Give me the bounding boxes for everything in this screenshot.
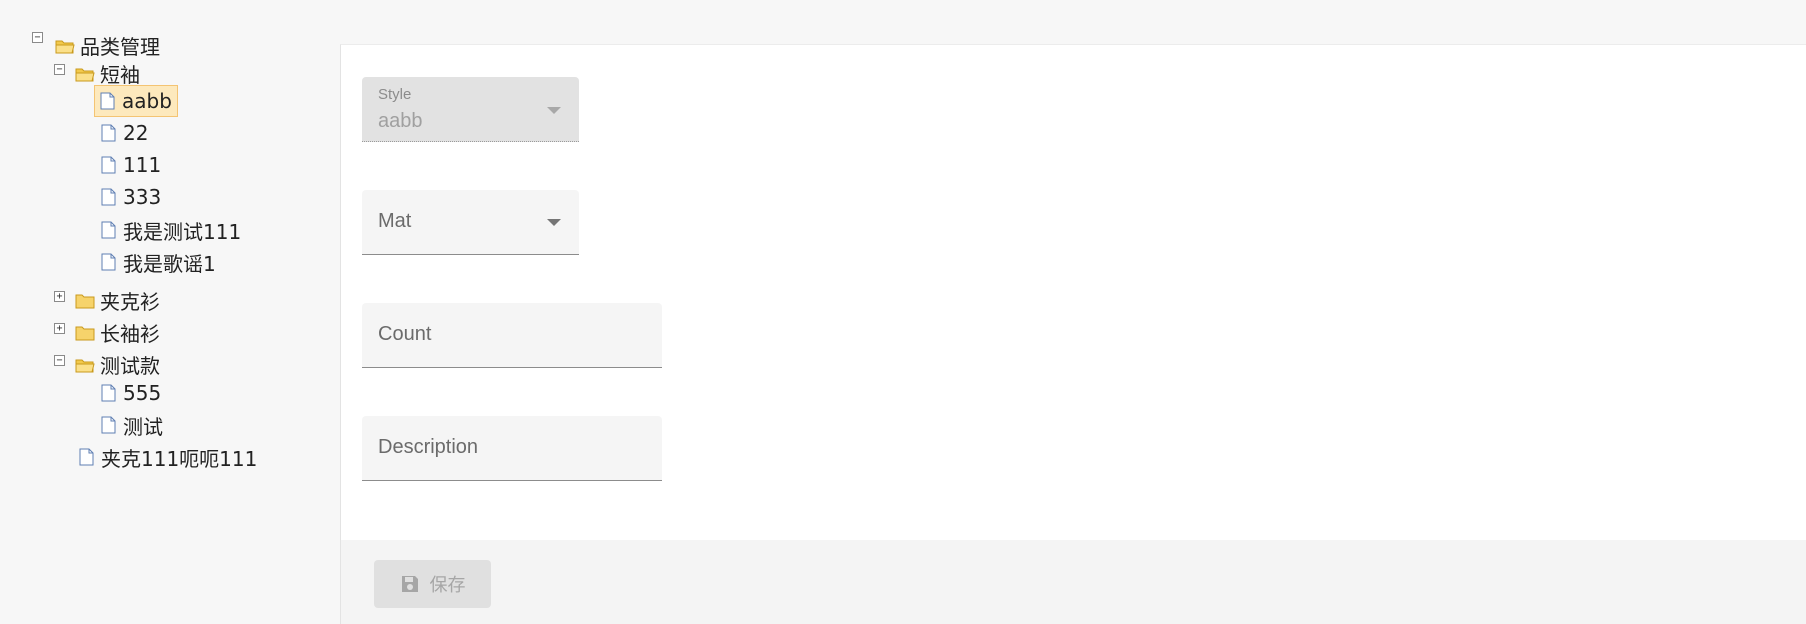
tree-node-leaf[interactable]: 555	[95, 378, 167, 408]
document-icon	[101, 188, 116, 206]
mat-select[interactable]: Mat	[362, 190, 579, 255]
tree-node-label: aabb	[122, 89, 172, 113]
document-icon	[101, 416, 116, 434]
form-footer: 保存	[341, 540, 1806, 624]
collapse-toggle-icon[interactable]: −	[54, 355, 65, 366]
tree-node-label: 我是测试111	[123, 219, 242, 244]
save-button[interactable]: 保存	[374, 560, 491, 608]
dropdown-arrow-icon	[547, 219, 561, 226]
document-icon	[101, 253, 116, 271]
document-icon	[100, 92, 115, 110]
document-icon	[101, 124, 116, 142]
description-placeholder: Description	[378, 436, 479, 458]
save-button-label: 保存	[429, 575, 466, 596]
mat-placeholder: Mat	[378, 210, 412, 232]
tree-node-leaf[interactable]: 夹克111呃呃111	[73, 442, 263, 472]
tree-node-label: 测试	[123, 414, 163, 439]
expand-toggle-icon[interactable]: +	[54, 323, 65, 334]
document-icon	[101, 156, 116, 174]
tree-node-label: 测试款	[100, 354, 160, 378]
tree-node-leaf[interactable]: 测试	[95, 410, 169, 440]
tree-node-leaf-selected[interactable]: aabb	[94, 85, 178, 117]
collapse-toggle-icon[interactable]: −	[54, 64, 65, 75]
style-value: aabb	[378, 110, 423, 132]
folder-icon	[75, 326, 95, 340]
tree-node-leaf[interactable]: 22	[95, 118, 154, 148]
style-select[interactable]: Style aabb	[362, 77, 579, 142]
dropdown-arrow-icon	[547, 107, 561, 114]
folder-open-icon	[55, 40, 75, 53]
category-tree: − 品类管理 − 短袖 aabb 22 111 333 我是测试111 我是歌谣…	[0, 0, 340, 624]
description-input[interactable]: Description	[362, 416, 662, 481]
tree-node-leaf[interactable]: 我是测试111	[95, 215, 247, 245]
folder-open-icon	[75, 359, 95, 372]
collapse-toggle-icon[interactable]: −	[32, 32, 43, 43]
count-input[interactable]: Count	[362, 303, 662, 368]
count-placeholder: Count	[378, 323, 432, 345]
tree-node-label: 111	[123, 153, 162, 177]
save-icon	[401, 576, 418, 592]
expand-toggle-icon[interactable]: +	[54, 291, 65, 302]
tree-node-label: 夹克衫	[100, 290, 160, 314]
folder-open-icon	[75, 68, 95, 81]
tree-node-label: 长袖衫	[100, 322, 160, 346]
document-icon	[79, 448, 94, 466]
form-panel: Style aabb Mat Count Description 保存	[340, 44, 1806, 624]
document-icon	[101, 221, 116, 239]
tree-node-label: 333	[123, 185, 162, 209]
folder-icon	[75, 294, 95, 308]
tree-node-leaf[interactable]: 333	[95, 182, 167, 212]
tree-node-label: 我是歌谣1	[123, 251, 216, 276]
style-label: Style	[378, 86, 412, 103]
tree-node-label: 夹克111呃呃111	[101, 446, 258, 471]
tree-node-label: 555	[123, 381, 162, 405]
tree-node-label: 22	[123, 121, 149, 145]
tree-node-leaf[interactable]: 111	[95, 150, 167, 180]
app-root: − 品类管理 − 短袖 aabb 22 111 333 我是测试111 我是歌谣…	[0, 0, 1806, 624]
tree-node-leaf[interactable]: 我是歌谣1	[95, 247, 222, 277]
document-icon	[101, 384, 116, 402]
